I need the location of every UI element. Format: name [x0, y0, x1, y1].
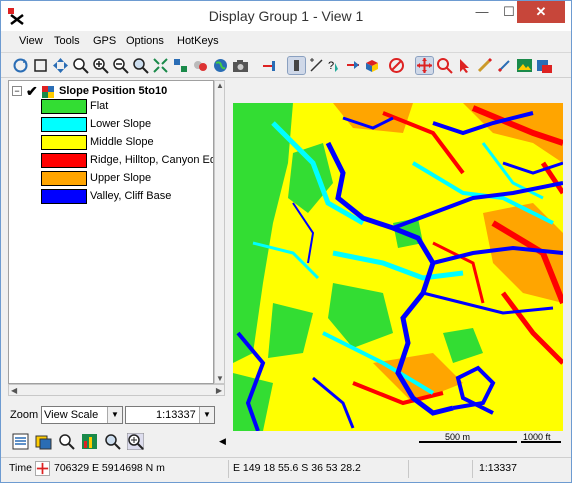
- legend-item-label: Upper Slope: [90, 172, 152, 184]
- legend-swatch: [41, 189, 87, 204]
- camera-icon[interactable]: [232, 57, 249, 74]
- tools-icon[interactable]: [536, 57, 553, 74]
- pencil-icon[interactable]: [476, 57, 493, 74]
- move-icon[interactable]: [415, 56, 434, 75]
- select-arrow-icon[interactable]: [456, 57, 473, 74]
- menu-tools[interactable]: Tools: [54, 35, 80, 47]
- legend-swatch: [41, 153, 87, 168]
- collapse-toggle[interactable]: −: [12, 86, 22, 96]
- close-button[interactable]: ✕: [517, 1, 565, 23]
- latlon-coordinates: E 149 18 55.6 S 36 53 28.2: [233, 460, 409, 478]
- legend-item-label: Flat: [90, 100, 109, 112]
- toolbar: ?: [1, 52, 571, 78]
- legend-item[interactable]: Flat: [41, 99, 213, 115]
- menu-view[interactable]: View: [19, 35, 43, 47]
- redraw-icon[interactable]: [12, 57, 29, 74]
- zoom-in-icon[interactable]: [92, 57, 109, 74]
- pen-icon[interactable]: [496, 57, 513, 74]
- legend-item[interactable]: Lower Slope: [41, 117, 213, 133]
- metric-scalebar: 500 m: [419, 432, 517, 443]
- chart-icon[interactable]: [81, 433, 98, 450]
- legend-swatch: [41, 171, 87, 186]
- layer-visible-checkmark-icon[interactable]: ✔: [26, 83, 38, 100]
- legend-swatch: [41, 99, 87, 114]
- search-icon[interactable]: [58, 433, 75, 450]
- imperial-scalebar: 1000 ft: [521, 432, 561, 443]
- layout-icon[interactable]: [192, 57, 209, 74]
- title-bar: Display Group 1 - View 1 — ☐ ✕: [1, 1, 571, 31]
- app-window: Display Group 1 - View 1 — ☐ ✕ View Tool…: [0, 0, 572, 483]
- legend-item-label: Valley, Cliff Base: [90, 190, 172, 202]
- 3d-icon[interactable]: [364, 57, 381, 74]
- legend-view-icon[interactable]: [12, 433, 29, 450]
- legend-item[interactable]: Ridge, Hilltop, Canyon Ed: [41, 153, 214, 169]
- add-layer-icon[interactable]: [260, 57, 277, 74]
- minimize-button[interactable]: —: [468, 1, 496, 23]
- zoom-layer-icon[interactable]: [104, 433, 121, 450]
- zoom-box-icon[interactable]: [72, 57, 89, 74]
- select-tool-icon[interactable]: [287, 56, 306, 75]
- help-pointer-icon[interactable]: ?: [326, 57, 343, 74]
- menu-gps[interactable]: GPS: [93, 35, 116, 47]
- pan-icon[interactable]: [52, 57, 69, 74]
- status-scale: 1:13337: [479, 462, 517, 474]
- crosshair-icon[interactable]: [35, 461, 50, 476]
- scale-select[interactable]: 1:13337 ▼: [125, 406, 215, 424]
- raster-layer-icon: [42, 86, 54, 98]
- world-icon[interactable]: [212, 57, 229, 74]
- map-view[interactable]: [233, 103, 563, 431]
- layer-name: Slope Position 5to10: [59, 85, 168, 97]
- zoom-out-icon[interactable]: [112, 57, 129, 74]
- legend-panel: − ✔ Slope Position 5to10 Flat Lower Slope…: [8, 80, 214, 384]
- cursor-icon[interactable]: [344, 57, 361, 74]
- chevron-down-icon[interactable]: ▼: [199, 407, 214, 423]
- image-icon[interactable]: [516, 57, 533, 74]
- legend-item[interactable]: Upper Slope: [41, 171, 213, 187]
- menu-bar: View Tools GPS Options HotKeys: [1, 32, 571, 52]
- imperial-scalebar-label: 1000 ft: [523, 432, 551, 442]
- status-blank-cell: [413, 460, 473, 478]
- menu-options[interactable]: Options: [126, 35, 164, 47]
- zoom-in-layer-icon[interactable]: [127, 433, 144, 450]
- legend-item[interactable]: Middle Slope: [41, 135, 213, 151]
- time-label: Time: [9, 462, 32, 474]
- legend-item-label: Ridge, Hilltop, Canyon Ed: [90, 154, 214, 166]
- chevron-down-icon[interactable]: ▼: [107, 407, 122, 423]
- scroll-up-icon[interactable]: ▲: [216, 81, 224, 90]
- legend-vertical-scrollbar[interactable]: ▲ ▼: [214, 80, 225, 384]
- scroll-right-icon[interactable]: ▶: [216, 386, 222, 395]
- zoom-mode-select[interactable]: View Scale ▼: [41, 406, 123, 424]
- stop-icon[interactable]: [388, 57, 405, 74]
- scroll-left-icon[interactable]: ◀: [11, 386, 17, 395]
- legend-swatch: [41, 117, 87, 132]
- legend-item-label: Lower Slope: [90, 118, 152, 130]
- zoom-mode-value: View Scale: [44, 409, 99, 421]
- legend-horizontal-scrollbar[interactable]: ◀ ▶: [8, 384, 225, 396]
- layer-controls-icon[interactable]: [172, 57, 189, 74]
- fit-group-icon[interactable]: [152, 57, 169, 74]
- status-bar: Time 706329 E 5914698 N m E 149 18 55.6 …: [1, 457, 571, 479]
- map-scale-area: 500 m 1000 ft: [233, 431, 563, 449]
- layer-view-icon[interactable]: [35, 433, 52, 450]
- zoom-target-icon[interactable]: [436, 57, 453, 74]
- legend-swatch: [41, 135, 87, 150]
- zoom-selected-icon[interactable]: [132, 57, 149, 74]
- metric-scalebar-label: 500 m: [445, 432, 471, 442]
- svg-text:?: ?: [328, 60, 334, 72]
- legend-item-label: Middle Slope: [90, 136, 154, 148]
- legend-item[interactable]: Valley, Cliff Base: [41, 189, 213, 205]
- scale-value: 1:13337: [156, 409, 196, 421]
- zoom-label: Zoom: [10, 409, 39, 421]
- full-view-icon[interactable]: [32, 57, 49, 74]
- utm-coordinates: 706329 E 5914698 N m: [54, 460, 229, 478]
- scroll-down-icon[interactable]: ▼: [216, 374, 224, 383]
- collapse-panel-icon[interactable]: ◀: [219, 436, 226, 447]
- menu-hotkeys[interactable]: HotKeys: [177, 35, 219, 47]
- measure-icon[interactable]: [308, 57, 325, 74]
